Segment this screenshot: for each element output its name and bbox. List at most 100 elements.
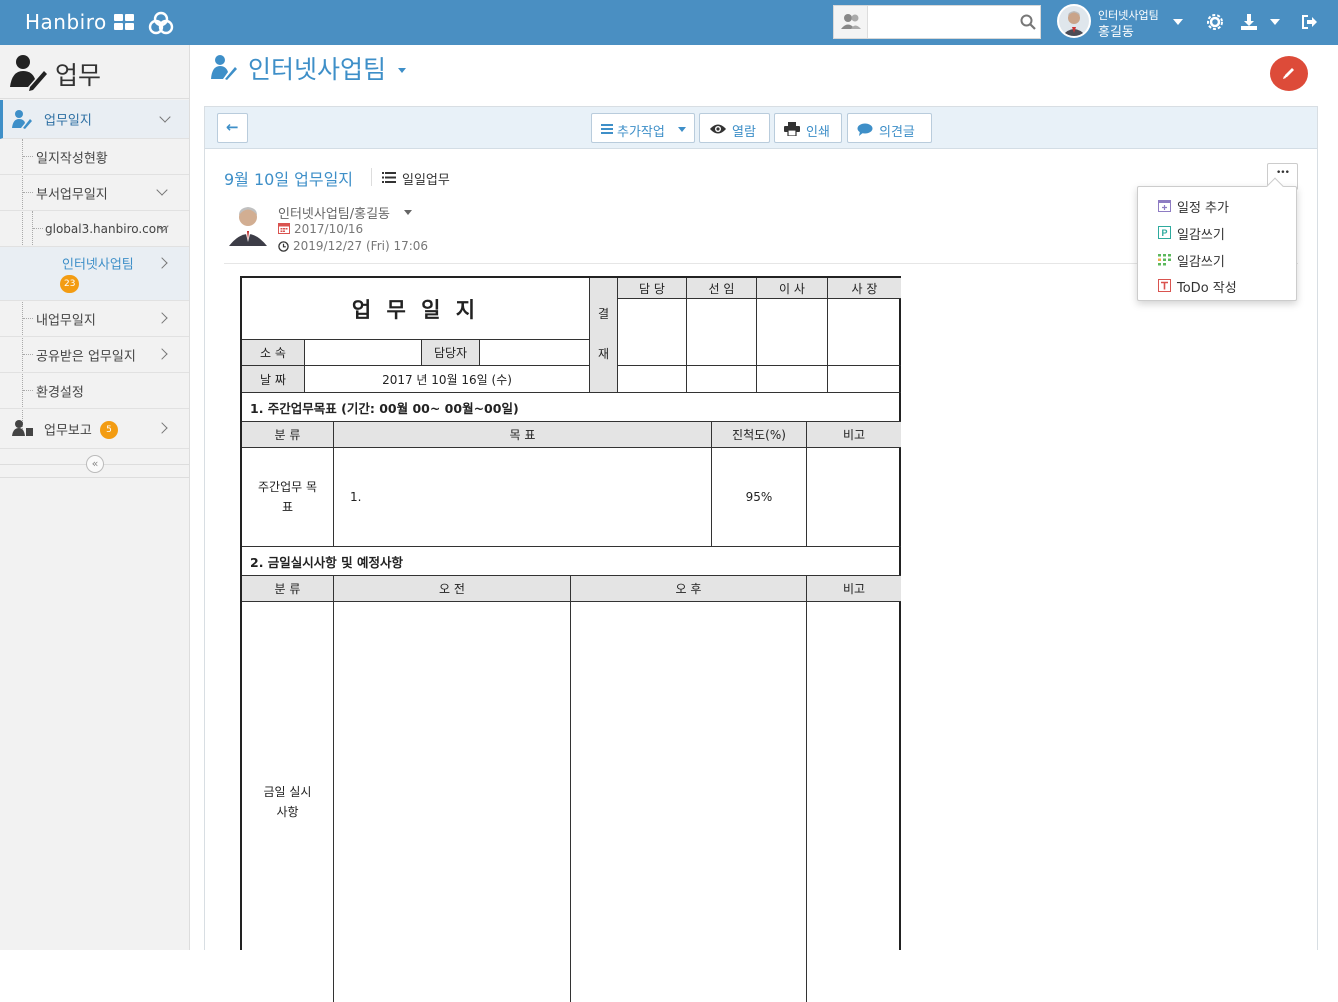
- approval-sign-box[interactable]: [757, 299, 828, 366]
- manager-value[interactable]: [480, 340, 590, 366]
- sidebar-item-work-report[interactable]: 업무보고 5: [0, 409, 189, 449]
- table-cell-goal[interactable]: 1.: [334, 448, 712, 546]
- download-caret-down-icon[interactable]: [1270, 19, 1280, 25]
- sidebar-item-dept-diary[interactable]: 부서업무일지: [0, 175, 189, 211]
- caret-down-icon[interactable]: [398, 68, 406, 73]
- approval-sign-box[interactable]: [687, 299, 757, 366]
- search-icon[interactable]: [1020, 14, 1036, 30]
- download-icon[interactable]: [1240, 13, 1258, 31]
- approval-label-top: 결: [598, 307, 610, 321]
- tree-branch: [23, 192, 33, 193]
- diary-type: 일일업무: [402, 173, 450, 188]
- column-header: 오 전: [334, 576, 571, 602]
- grid-icon[interactable]: [114, 14, 136, 32]
- table-cell-afternoon[interactable]: [571, 602, 807, 1002]
- work-icon: [12, 110, 32, 129]
- chevron-right-icon[interactable]: [156, 422, 168, 434]
- sidebar-item-domain[interactable]: global3.hanbiro.com: [0, 211, 189, 247]
- sidebar-item-settings[interactable]: 환경설정: [0, 373, 189, 409]
- chevron-right-icon[interactable]: [156, 348, 168, 360]
- table-cell-category: 주간업무 목표: [242, 448, 334, 546]
- tree-branch: [23, 354, 33, 355]
- chevron-down-icon[interactable]: [159, 111, 171, 123]
- comment-button[interactable]: 의견글: [847, 113, 932, 143]
- sidebar-item-shared-diary[interactable]: 공유받은 업무일지: [0, 337, 189, 373]
- app-logo[interactable]: Hanbiro: [25, 10, 107, 34]
- page-title: 인터넷사업팀: [248, 55, 387, 84]
- sidebar-item-label: 업무보고: [44, 423, 92, 438]
- approval-date-box[interactable]: [687, 366, 757, 392]
- write-button[interactable]: [1270, 56, 1308, 91]
- logout-icon[interactable]: [1300, 13, 1318, 31]
- back-button[interactable]: ←: [217, 113, 248, 143]
- extra-work-button[interactable]: 추가작업: [591, 113, 695, 143]
- count-badge: 23: [60, 275, 80, 293]
- column-header: 목 표: [334, 422, 712, 448]
- sidebar-item-label: 부서업무일지: [36, 187, 108, 202]
- button-label: 인쇄: [806, 125, 830, 140]
- dept-label: 소 속: [242, 340, 305, 366]
- sidebar-item-write-status[interactable]: 일지작성현황: [0, 139, 189, 175]
- divider: [0, 477, 189, 478]
- toolbar: ← 추가작업 열람 인쇄 의견글: [205, 107, 1317, 149]
- sidebar-item-internet-team[interactable]: 인터넷사업팀 23: [0, 247, 189, 301]
- caret-down-icon[interactable]: [404, 210, 412, 215]
- print-icon: [784, 122, 800, 136]
- todo-icon: [1158, 279, 1171, 292]
- chevron-down-icon[interactable]: [156, 184, 168, 196]
- count-badge: 5: [100, 421, 118, 439]
- button-label: 의견글: [879, 125, 915, 140]
- date-value[interactable]: 2017 년 10월 16일 (수): [305, 366, 590, 392]
- people-icon[interactable]: [834, 6, 868, 38]
- calendar-add-icon: [1158, 200, 1171, 212]
- sidebar-item-my-diary[interactable]: 내업무일지: [0, 301, 189, 337]
- user-caret-down-icon[interactable]: [1173, 19, 1183, 25]
- user-avatar[interactable]: [1057, 4, 1091, 38]
- chevron-right-icon[interactable]: [156, 257, 168, 269]
- approval-date-box[interactable]: [757, 366, 828, 392]
- sidebar-item-work-diary[interactable]: 업무일지: [0, 100, 189, 139]
- diary-datetime: 2019/12/27 (Fri) 17:06: [293, 239, 429, 253]
- tree-branch: [23, 156, 33, 157]
- table-cell-progress[interactable]: 95%: [712, 448, 807, 546]
- approval-sign-box[interactable]: [618, 299, 687, 366]
- section-heading: 1. 주간업무목표 (기간: 00월 00~ 00월~00일): [242, 392, 901, 422]
- sidebar-item-label: 환경설정: [36, 385, 84, 400]
- approval-date-box[interactable]: [618, 366, 687, 392]
- dept-value[interactable]: [305, 340, 422, 366]
- print-button[interactable]: 인쇄: [774, 113, 842, 143]
- table-cell-morning[interactable]: [334, 602, 571, 1002]
- menu-item-label: ToDo 작성: [1177, 281, 1237, 296]
- diary-title[interactable]: 9월 10일 업무일지: [224, 166, 353, 190]
- kanban-icon: [1158, 254, 1171, 266]
- tree-branch: [23, 390, 33, 391]
- column-header: 진척도(%): [712, 422, 807, 448]
- view-button[interactable]: 열람: [699, 113, 770, 143]
- column-header: 비고: [807, 576, 901, 602]
- approval-date-box[interactable]: [828, 366, 901, 392]
- more-icon: •••: [1276, 168, 1290, 178]
- menu-item-label: 일정 추가: [1177, 201, 1229, 216]
- form-title: 업 무 일 지: [242, 278, 590, 340]
- tree-branch: [33, 228, 43, 229]
- sidebar-header: 업무: [0, 45, 189, 99]
- search-input[interactable]: [870, 10, 1010, 34]
- table-cell-note[interactable]: [807, 448, 901, 546]
- menu-item-label: 일감쓰기: [1177, 228, 1225, 243]
- column-header: 분 류: [242, 576, 334, 602]
- chevron-right-icon[interactable]: [156, 312, 168, 324]
- manager-label: 담당자: [422, 340, 480, 366]
- button-label: 추가작업: [617, 125, 665, 140]
- project-icon: P: [1158, 226, 1171, 239]
- gear-icon[interactable]: [1206, 13, 1224, 31]
- eye-icon: [710, 124, 726, 134]
- top-navbar: Hanbiro 인터넷사업팀 홍길동: [0, 0, 1338, 45]
- author-name[interactable]: 인터넷사업팀/홍길동: [278, 203, 390, 222]
- diary-date: 2017/10/16: [294, 222, 364, 236]
- table-cell-category: 금일 실시사항: [242, 602, 334, 1002]
- circles-logo-icon[interactable]: [148, 10, 174, 36]
- collapse-sidebar-button[interactable]: «: [86, 455, 104, 473]
- table-cell-note[interactable]: [807, 602, 901, 1002]
- approval-sign-box[interactable]: [828, 299, 901, 366]
- clock-icon: [278, 241, 289, 252]
